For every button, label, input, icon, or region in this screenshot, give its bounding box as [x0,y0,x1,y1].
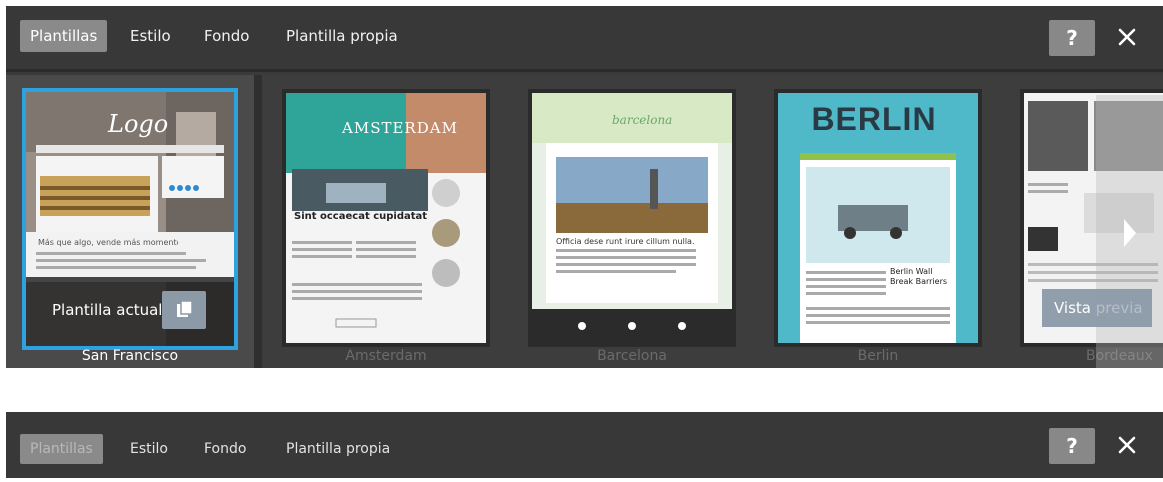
tab-estilo-collapsed[interactable]: Estilo [120,434,178,464]
barcelona-thumbnail [532,93,732,343]
divider [254,75,262,368]
barcelona-header-text: barcelona [612,113,673,127]
help-button-collapsed[interactable]: ? [1049,428,1095,464]
template-card-san-francisco[interactable]: Logo Más que algo, vende más momento Pla… [22,88,238,350]
tab-estilo[interactable]: Estilo [120,20,181,52]
tab-plantillas[interactable]: Plantillas [20,20,108,52]
template-card-berlin[interactable]: BERLIN Berlin Wall Break Barriers [774,89,982,347]
tab-fondo-collapsed[interactable]: Fondo [194,434,256,464]
berlin-headline: Berlin Wall Break Barriers [890,267,948,286]
current-template-overlay: Plantilla actual [26,277,234,346]
tab-fondo[interactable]: Fondo [194,20,259,52]
duplicate-button[interactable] [162,291,206,329]
template-carousel: Logo Más que algo, vende más momento Pla… [6,75,1163,368]
template-name-barcelona: Barcelona [597,348,667,364]
preview-label-faded: previa [1095,299,1143,317]
template-name-berlin: Berlin [857,348,899,364]
template-card-barcelona[interactable]: barcelona Officia dese runt irure cillum… [528,89,736,347]
template-name-amsterdam: Amsterdam [345,348,427,364]
template-card-amsterdam[interactable]: AMSTERDAM Sint occaecat cupidatat [282,89,490,347]
tab-plantilla-propia[interactable]: Plantilla propia [276,20,408,52]
current-template-label: Plantilla actual [52,301,163,319]
tab-plantilla-propia-collapsed[interactable]: Plantilla propia [276,434,400,464]
close-icon[interactable] [1112,22,1142,52]
template-panel: Plantillas Estilo Fondo Plantilla propia… [6,6,1163,368]
preview-button[interactable]: Vista previa [1042,289,1152,327]
help-button[interactable]: ? [1049,20,1095,56]
next-templates-arrow[interactable] [1096,95,1163,368]
preview-label: Vista [1054,299,1096,317]
copy-icon [177,300,193,317]
template-toolbar: Plantillas Estilo Fondo Plantilla propia… [6,6,1163,72]
template-name-san-francisco: San Francisco [81,348,179,364]
template-toolbar-collapsed: Plantillas Estilo Fondo Plantilla propia… [6,412,1163,478]
tab-plantillas-collapsed[interactable]: Plantillas [20,434,103,464]
amsterdam-headline: Sint occaecat cupidatat [294,211,428,222]
san-francisco-logo-text: Logo [108,110,169,138]
chevron-right-icon [1124,219,1136,247]
amsterdam-header-text: AMSTERDAM [342,119,458,137]
san-francisco-tagline: Más que algo, vende más momento [38,238,178,247]
barcelona-headline: Officia dese runt irure cillum nulla. [556,237,695,246]
berlin-header-text: BERLIN [811,101,937,137]
close-icon[interactable] [1112,430,1142,460]
